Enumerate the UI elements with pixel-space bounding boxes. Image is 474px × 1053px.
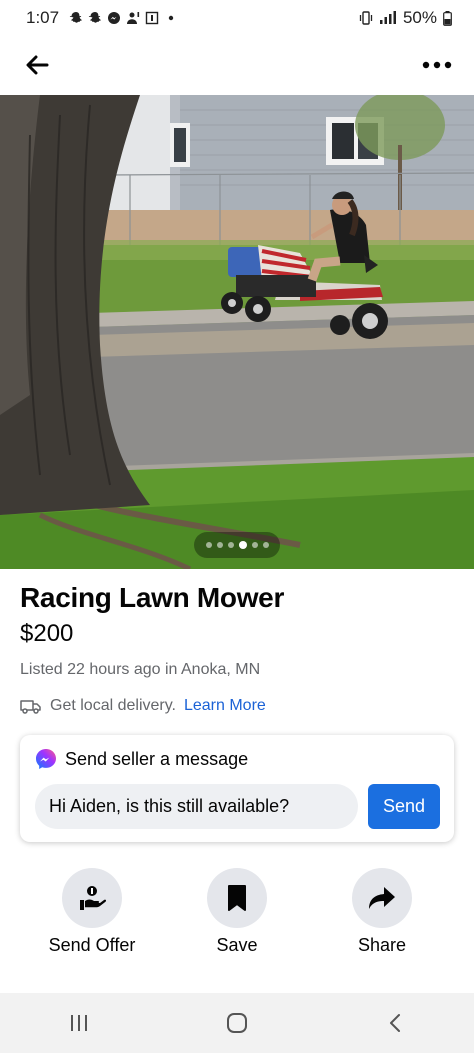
save-circle: [207, 868, 267, 928]
vibrate-icon: [359, 11, 373, 25]
more-options-button[interactable]: [420, 48, 454, 82]
truck-icon: [20, 700, 41, 714]
offer-icon: [80, 886, 107, 910]
message-input[interactable]: [35, 784, 358, 829]
learn-more-link[interactable]: Learn More: [184, 697, 266, 715]
send-button[interactable]: Send: [368, 784, 440, 829]
send-offer-button[interactable]: Send Offer: [32, 868, 152, 956]
chevron-left-icon: [390, 1014, 400, 1032]
listing-title: Racing Lawn Mower: [20, 582, 285, 613]
status-time: 1:07: [26, 8, 60, 27]
messenger-icon: [36, 749, 56, 769]
send-offer-label: Send Offer: [48, 935, 136, 955]
system-nav-bar: [0, 993, 474, 1053]
snapchat-icon: [69, 12, 83, 23]
listing-photo-image: [0, 95, 474, 569]
recent-apps-button[interactable]: [49, 998, 109, 1048]
listing-time-location: Listed 22 hours ago in Anoka, MN: [20, 661, 261, 678]
carousel-dot: [251, 542, 258, 548]
gallery-icon: [145, 11, 159, 25]
delivery-row: Get local delivery. Learn More: [20, 697, 266, 715]
message-heading: Send seller a message: [65, 748, 249, 769]
arrow-left-icon: [26, 55, 49, 75]
recent-apps-icon: [71, 1015, 87, 1031]
carousel-dot-active: [238, 541, 247, 549]
home-button[interactable]: [207, 998, 267, 1048]
back-button[interactable]: [20, 48, 54, 82]
share-circle: [352, 868, 412, 928]
photo-carousel-indicator[interactable]: [194, 532, 280, 558]
person-alert-icon: [127, 12, 140, 24]
more-dots-icon: [422, 61, 452, 69]
carousel-dot: [262, 542, 269, 548]
messenger-icon: [108, 12, 121, 24]
bookmark-icon: [228, 885, 246, 911]
signal-icon: [379, 11, 396, 24]
app-header: [0, 36, 474, 94]
send-offer-circle: [62, 868, 122, 928]
home-icon: [227, 1013, 247, 1033]
carousel-dot: [205, 542, 212, 548]
system-back-button[interactable]: [365, 998, 425, 1048]
delivery-text: Get local delivery.: [50, 697, 176, 714]
battery-percent: 50%: [402, 8, 437, 27]
share-button[interactable]: Share: [322, 868, 442, 956]
carousel-dot: [216, 542, 223, 548]
save-label: Save: [216, 935, 258, 955]
carousel-dot: [227, 542, 234, 548]
notification-icons: [69, 11, 178, 25]
listing-price: $200: [20, 620, 74, 647]
dot-icon: [168, 15, 174, 21]
battery-icon: [443, 10, 452, 26]
share-icon: [369, 887, 395, 909]
save-button[interactable]: Save: [177, 868, 297, 956]
status-right: 50%: [359, 8, 452, 28]
listing-photo[interactable]: [0, 95, 474, 569]
status-bar: 1:07 50%: [0, 0, 474, 36]
share-label: Share: [357, 935, 407, 955]
send-message-card: Send seller a message Send: [20, 735, 454, 842]
snapchat-icon: [88, 12, 102, 23]
message-heading-row: Send seller a message: [35, 748, 248, 770]
